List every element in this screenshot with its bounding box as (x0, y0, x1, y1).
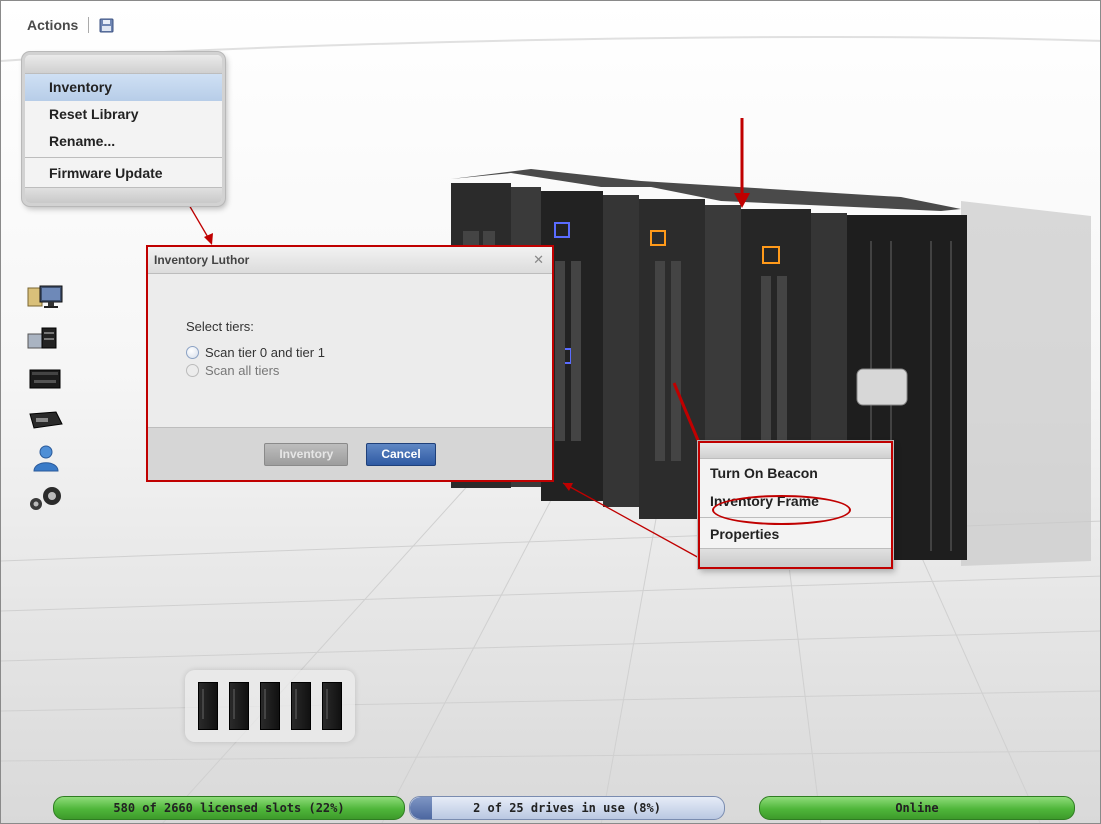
drive-icon[interactable] (26, 364, 66, 392)
menu-item-reset-library[interactable]: Reset Library (25, 101, 222, 128)
cancel-button[interactable]: Cancel (366, 442, 436, 466)
status-bar: 580 of 2660 licensed slots (22%) 2 of 25… (53, 796, 1077, 820)
drives-icon[interactable] (26, 324, 66, 352)
frame-thumbnail[interactable] (290, 682, 311, 730)
menu-item-rename[interactable]: Rename... (25, 128, 222, 155)
radio-label[interactable]: Scan all tiers (205, 363, 279, 378)
radio-scan-tier-0-1[interactable]: Scan tier 0 and tier 1 (186, 343, 552, 361)
select-tiers-label: Select tiers: (186, 319, 254, 334)
highlight-oval (712, 495, 851, 525)
cartridge-icon[interactable] (26, 404, 66, 432)
actions-dropdown-menu: Inventory Reset Library Rename... Firmwa… (22, 52, 225, 206)
gears-icon[interactable] (26, 484, 66, 512)
frame-thumbnail[interactable] (259, 682, 280, 730)
inventory-button[interactable]: Inventory (264, 442, 349, 466)
toolbar: Actions (27, 17, 114, 33)
actions-menu-button[interactable]: Actions (27, 17, 78, 33)
menu-footer (700, 548, 891, 567)
menu-header (25, 55, 222, 74)
frame-thumbnail[interactable] (321, 682, 342, 730)
close-icon[interactable]: ✕ (533, 247, 544, 273)
side-navigation (26, 284, 66, 524)
menu-divider (25, 157, 222, 158)
menu-item-inventory[interactable]: Inventory (25, 74, 222, 101)
radio-label[interactable]: Scan tier 0 and tier 1 (205, 345, 325, 360)
save-icon[interactable] (99, 18, 114, 33)
frame-thumbnail[interactable] (198, 682, 219, 730)
dialog-body: Select tiers: Scan tier 0 and tier 1 Sca… (148, 274, 552, 398)
frame-thumbnail[interactable] (229, 682, 250, 730)
dialog-footer: Inventory Cancel (148, 427, 552, 480)
user-icon[interactable] (26, 444, 66, 472)
frame-thumbnail-strip (185, 670, 355, 742)
radio-scan-all-tiers[interactable]: Scan all tiers (186, 361, 552, 379)
dialog-title-bar: Inventory Luthor ✕ (148, 247, 552, 274)
menu-item-turn-on-beacon[interactable]: Turn On Beacon (700, 459, 891, 487)
radio-circle-icon[interactable] (186, 363, 199, 377)
toolbar-divider (88, 17, 90, 33)
library-state-status: Online (759, 796, 1075, 820)
drives-status: 2 of 25 drives in use (8%) (409, 796, 725, 820)
inventory-dialog: Inventory Luthor ✕ Select tiers: Scan ti… (146, 245, 554, 482)
monitor-icon[interactable] (26, 284, 66, 312)
menu-footer (25, 187, 222, 203)
menu-header (700, 443, 891, 459)
menu-item-firmware-update[interactable]: Firmware Update (25, 160, 222, 187)
library-window: Actions Inventory Reset Library Rename..… (0, 0, 1101, 824)
dialog-title: Inventory Luthor (154, 253, 250, 267)
radio-circle-icon[interactable] (186, 345, 199, 359)
slots-status: 580 of 2660 licensed slots (22%) (53, 796, 405, 820)
